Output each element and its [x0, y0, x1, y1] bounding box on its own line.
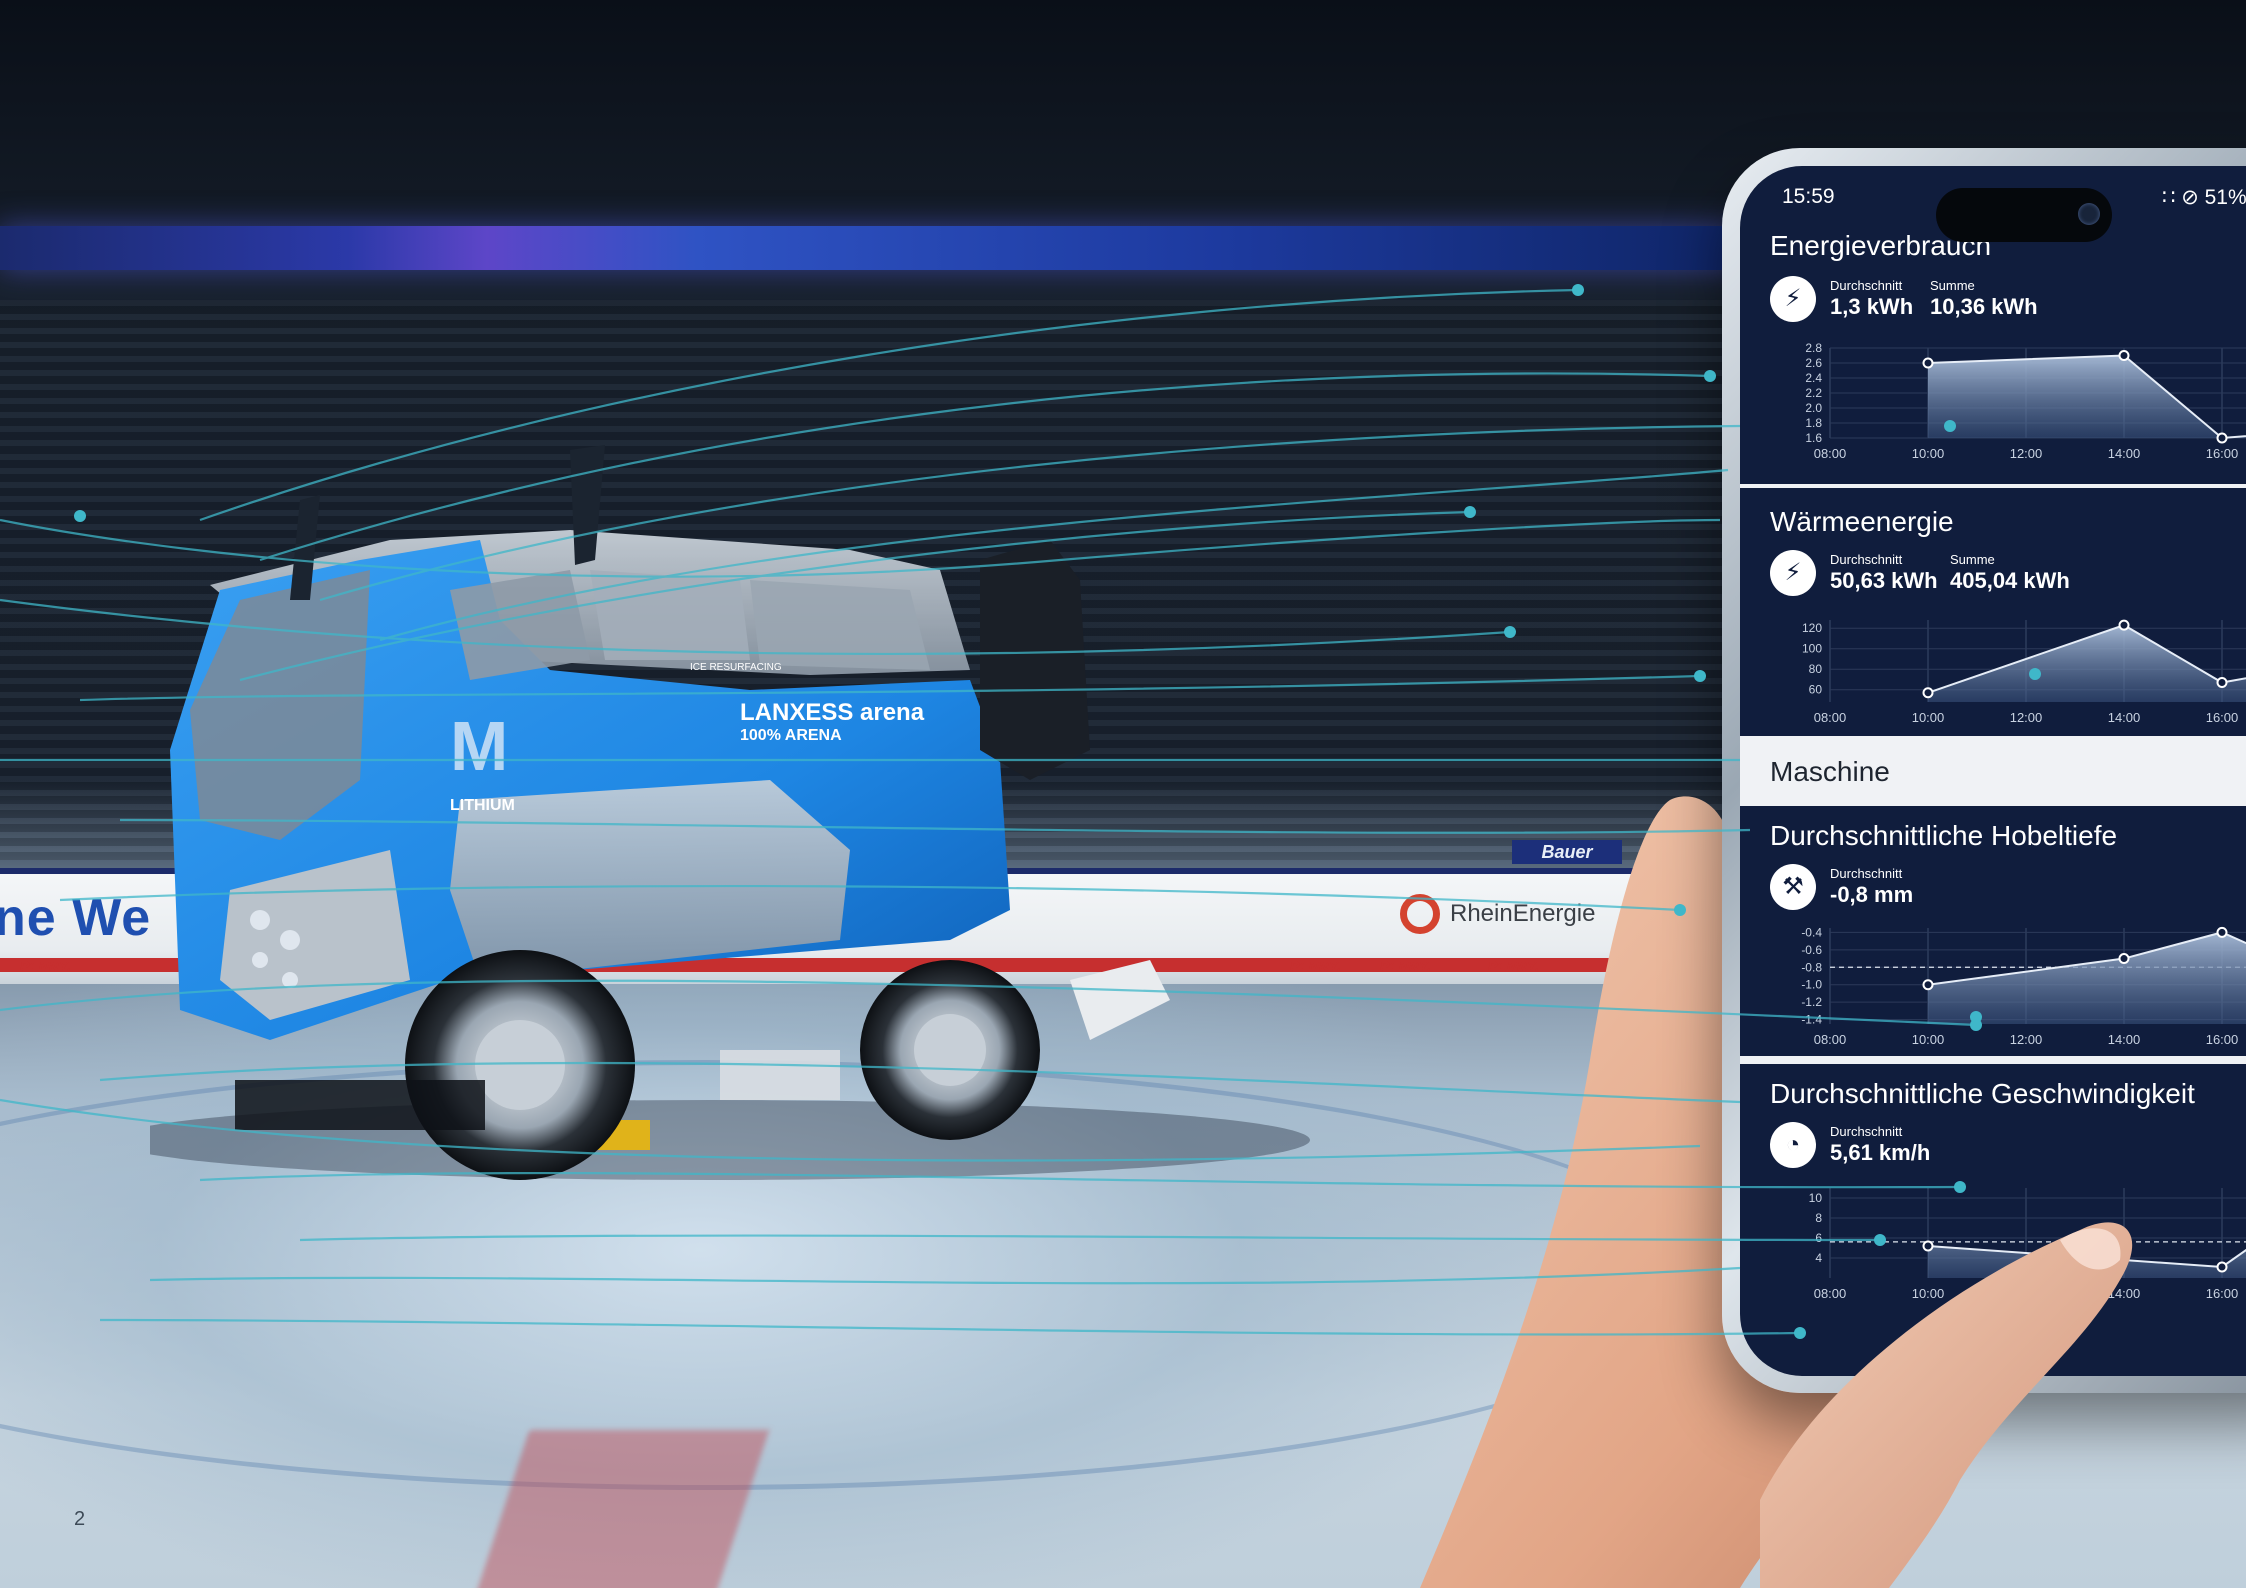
chart-y-tick-label: 1.8	[1805, 416, 1822, 430]
depth-card-title: Durchschnittliche Hobeltiefe	[1770, 820, 2118, 851]
chart-x-tick-label: 10:00	[1912, 1032, 1945, 1047]
chart-x-tick-label: 16:00	[2206, 446, 2239, 461]
depth-avg-value: -0,8 mm	[1830, 882, 1914, 907]
chart-y-tick-label: -0.4	[1801, 925, 1822, 939]
chart-area	[1928, 625, 2246, 702]
heat-card-title: Wärmeenergie	[1770, 506, 1954, 537]
heat-avg-label: Durchschnitt	[1830, 552, 1903, 567]
page-number: 2	[74, 1508, 86, 1530]
chart-point	[2118, 350, 2130, 361]
chart-y-tick-label: 120	[1802, 621, 1822, 635]
machine-model-logo: M	[450, 707, 508, 785]
chart-y-tick-label: -1.2	[1801, 995, 1822, 1009]
energy-avg-value: 1,3 kWh	[1830, 294, 1914, 319]
board-ad-penny: PENNY.	[20, 958, 71, 974]
chart-y-tick-label: 2.2	[1805, 386, 1822, 400]
chart-y-tick-label: 2.8	[1805, 341, 1822, 355]
chart-y-tick-label: 1.6	[1805, 431, 1822, 445]
heat-card[interactable]: Wärmeenergie ⚡ Durchschnitt 50,63 kWh Su…	[1740, 488, 2246, 736]
chart-x-tick-label: 16:00	[2206, 710, 2239, 725]
energy-sum-label: Summe	[1930, 278, 1975, 293]
chart-x-tick-label: 08:00	[1814, 1032, 1847, 1047]
board-ad-partial: ne We	[0, 889, 152, 947]
planer-blade-icon: ⚒	[1770, 864, 1816, 910]
chart-x-tick-label: 08:00	[1814, 446, 1847, 461]
depth-chart: 08:0010:0012:0014:0016:0018:00-0.4-0.6-0…	[1801, 925, 2246, 1047]
thumb-illustration	[1760, 1222, 2133, 1588]
chart-point	[2118, 953, 2130, 965]
energy-sum-value: 10,36 kWh	[1930, 294, 2038, 319]
chart-y-tick-label: 60	[1809, 683, 1823, 697]
chart-x-tick-label: 14:00	[2108, 1032, 2141, 1047]
chart-x-tick-label: 14:00	[2108, 446, 2141, 461]
chart-point	[1922, 357, 1934, 369]
machine-arena-logo: LANXESS arena	[740, 699, 925, 726]
speed-avg-value: 5,61 km/h	[1830, 1140, 1931, 1165]
chart-x-tick-label: 10:00	[1912, 710, 1945, 725]
chart-y-tick-label: -1.4	[1801, 1013, 1822, 1027]
heat-chart: 08:0010:0012:0014:0016:0018:001201008060	[1802, 619, 2246, 725]
speedometer-icon: ◔	[1770, 1122, 1816, 1168]
front-camera-icon	[2078, 203, 2100, 225]
chart-x-tick-label: 10:00	[1912, 446, 1945, 461]
chart-x-tick-label: 12:00	[2010, 446, 2043, 461]
depth-avg-label: Durchschnitt	[1830, 866, 1903, 881]
depth-card[interactable]: Durchschnittliche Hobeltiefe ⚒ Durchschn…	[1740, 806, 2246, 1056]
speed-card-title: Durchschnittliche Geschwindigkeit	[1770, 1078, 2195, 1109]
chart-y-tick-label: 80	[1809, 662, 1823, 676]
chart-y-tick-label: 2.6	[1805, 356, 1822, 370]
machine-side-text: ICE RESURFACING	[690, 662, 782, 673]
speed-avg-label: Durchschnitt	[1830, 1124, 1903, 1139]
energy-avg-label: Durchschnitt	[1830, 278, 1903, 293]
chart-point	[2118, 619, 2130, 631]
machine-model-badge: LITHIUM	[450, 797, 515, 814]
chart-x-tick-label: 12:00	[2010, 710, 2043, 725]
chart-x-tick-label: 08:00	[1814, 710, 1847, 725]
chart-point	[2216, 432, 2228, 444]
arena-scene: ne We RheinEnergie Bauer PENNY. PENNY. P…	[0, 0, 2246, 1588]
chart-point	[1922, 979, 1934, 991]
led-ribbon-board	[0, 226, 1740, 270]
machine-arena-tag: 100% ARENA	[740, 727, 842, 744]
chart-point	[1922, 687, 1934, 699]
heat-sum-label: Summe	[1950, 552, 1995, 567]
chart-x-tick-label: 12:00	[2010, 1032, 2043, 1047]
chart-y-tick-label: 100	[1802, 642, 1822, 656]
heat-sum-value: 405,04 kWh	[1950, 568, 2070, 593]
chart-y-tick-label: -0.6	[1801, 943, 1822, 957]
chart-y-tick-label: -1.0	[1801, 978, 1822, 992]
machine-section-title: Maschine	[1770, 756, 1890, 787]
heat-lightning-icon: ⚡	[1770, 550, 1816, 596]
chart-point	[2216, 926, 2228, 938]
energy-chart: 08:0010:0012:0014:0016:0018:002.82.62.42…	[1805, 341, 2246, 461]
chart-y-tick-label: 2.0	[1805, 401, 1822, 415]
status-indicators: ∷ ⊘ 51%	[2162, 186, 2246, 209]
chart-y-tick-label: 2.4	[1805, 371, 1822, 385]
lightning-icon: ⚡	[1770, 276, 1816, 322]
chart-x-tick-label: 14:00	[2108, 710, 2141, 725]
status-time: 15:59	[1782, 185, 1835, 208]
chart-point	[2216, 677, 2228, 689]
chart-y-tick-label: -0.8	[1801, 960, 1822, 974]
machine-section-header: Maschine	[1740, 736, 2246, 806]
heat-avg-value: 50,63 kWh	[1830, 568, 1938, 593]
chart-area	[1928, 355, 2246, 438]
ice-resurfacer-illustration: M LITHIUM LANXESS arena 100% ARENA ICE R…	[150, 445, 1310, 1180]
chart-x-tick-label: 16:00	[2206, 1032, 2239, 1047]
